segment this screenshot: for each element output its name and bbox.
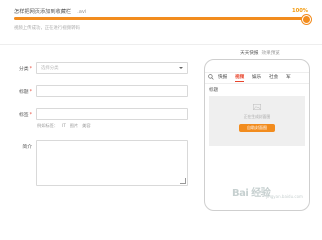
preview-app-name: 天天快报 bbox=[240, 51, 259, 56]
video-form: 分类* 选择分类 标题* 标签* 例如标签： IT 图片 美容 简介 bbox=[0, 44, 196, 202]
title-row: 标题* bbox=[0, 84, 196, 98]
cover-placeholder-text: 正在生成封面图 bbox=[243, 114, 271, 119]
image-icon bbox=[253, 104, 261, 110]
tab-entertainment[interactable]: 娱乐 bbox=[252, 74, 261, 80]
upload-page: 怎样把网页添加到收藏栏 .avi 100% 视频上传成功，正在进行视频转码 分类*… bbox=[0, 0, 322, 211]
upload-percent: 100% bbox=[291, 8, 308, 14]
intro-row: 简介 bbox=[0, 139, 196, 187]
category-select[interactable]: 选择分类 bbox=[36, 62, 188, 74]
preview-section-title: 标题 bbox=[209, 88, 219, 93]
tags-input[interactable] bbox=[36, 108, 188, 120]
category-row: 分类* 选择分类 bbox=[0, 61, 196, 75]
intro-textarea[interactable] bbox=[36, 140, 188, 186]
tab-video[interactable]: 视频 bbox=[235, 74, 245, 82]
preview-header: 天天快报 效果预览 bbox=[198, 50, 322, 56]
upload-file-extension: .avi bbox=[77, 9, 87, 15]
title-label: 标题* bbox=[18, 90, 32, 95]
intro-label: 简介 bbox=[22, 145, 32, 150]
upload-progress-knob bbox=[302, 15, 311, 24]
phone-tab-bar: 快报 视频 娱乐 社会 军 bbox=[205, 72, 309, 84]
upload-progress-bar bbox=[14, 15, 311, 24]
custom-cover-button[interactable]: 自助封面图 bbox=[239, 124, 275, 132]
upload-title-text: 怎样把网页添加到收藏栏 bbox=[14, 9, 72, 15]
tags-hint-item: 图片 bbox=[69, 123, 79, 128]
tab-society[interactable]: 社会 bbox=[269, 74, 278, 80]
tags-row: 标签* 例如标签： IT 图片 美容 bbox=[0, 107, 196, 131]
tags-hint-item: IT bbox=[61, 123, 66, 128]
upload-status-text: 视频上传成功，正在进行视频转码 bbox=[14, 26, 80, 31]
upload-panel: 怎样把网页添加到收藏栏 .avi 100% 视频上传成功，正在进行视频转码 bbox=[0, 0, 322, 45]
tags-hint-prefix: 例如标签： bbox=[37, 123, 58, 128]
category-label: 分类* bbox=[18, 67, 32, 72]
tags-hint-item: 美容 bbox=[82, 123, 91, 128]
upload-file-name: 怎样把网页添加到收藏栏 .avi bbox=[14, 8, 86, 15]
tags-hint: 例如标签： IT 图片 美容 bbox=[37, 123, 95, 129]
tab-kuaibao[interactable]: 快报 bbox=[218, 74, 227, 80]
phone-frame: 快报 视频 娱乐 社会 军 标题 正在生成封面图 自助封面图 bbox=[204, 59, 310, 211]
preview-panel: 天天快报 效果预览 快报 视频 娱乐 社会 军 标题 正在生成封面图 自助封面图 bbox=[198, 44, 322, 211]
search-icon bbox=[208, 74, 214, 80]
tags-label: 标签* bbox=[18, 113, 32, 118]
preview-header-suffix: 效果预览 bbox=[261, 51, 280, 56]
cover-placeholder: 正在生成封面图 自助封面图 bbox=[209, 96, 305, 146]
title-input[interactable] bbox=[36, 85, 188, 97]
resize-handle-icon[interactable] bbox=[180, 178, 186, 184]
chevron-down-icon bbox=[179, 67, 183, 69]
tab-military[interactable]: 军 bbox=[286, 74, 291, 80]
category-placeholder: 选择分类 bbox=[41, 66, 59, 71]
upload-progress-fill bbox=[14, 17, 306, 20]
